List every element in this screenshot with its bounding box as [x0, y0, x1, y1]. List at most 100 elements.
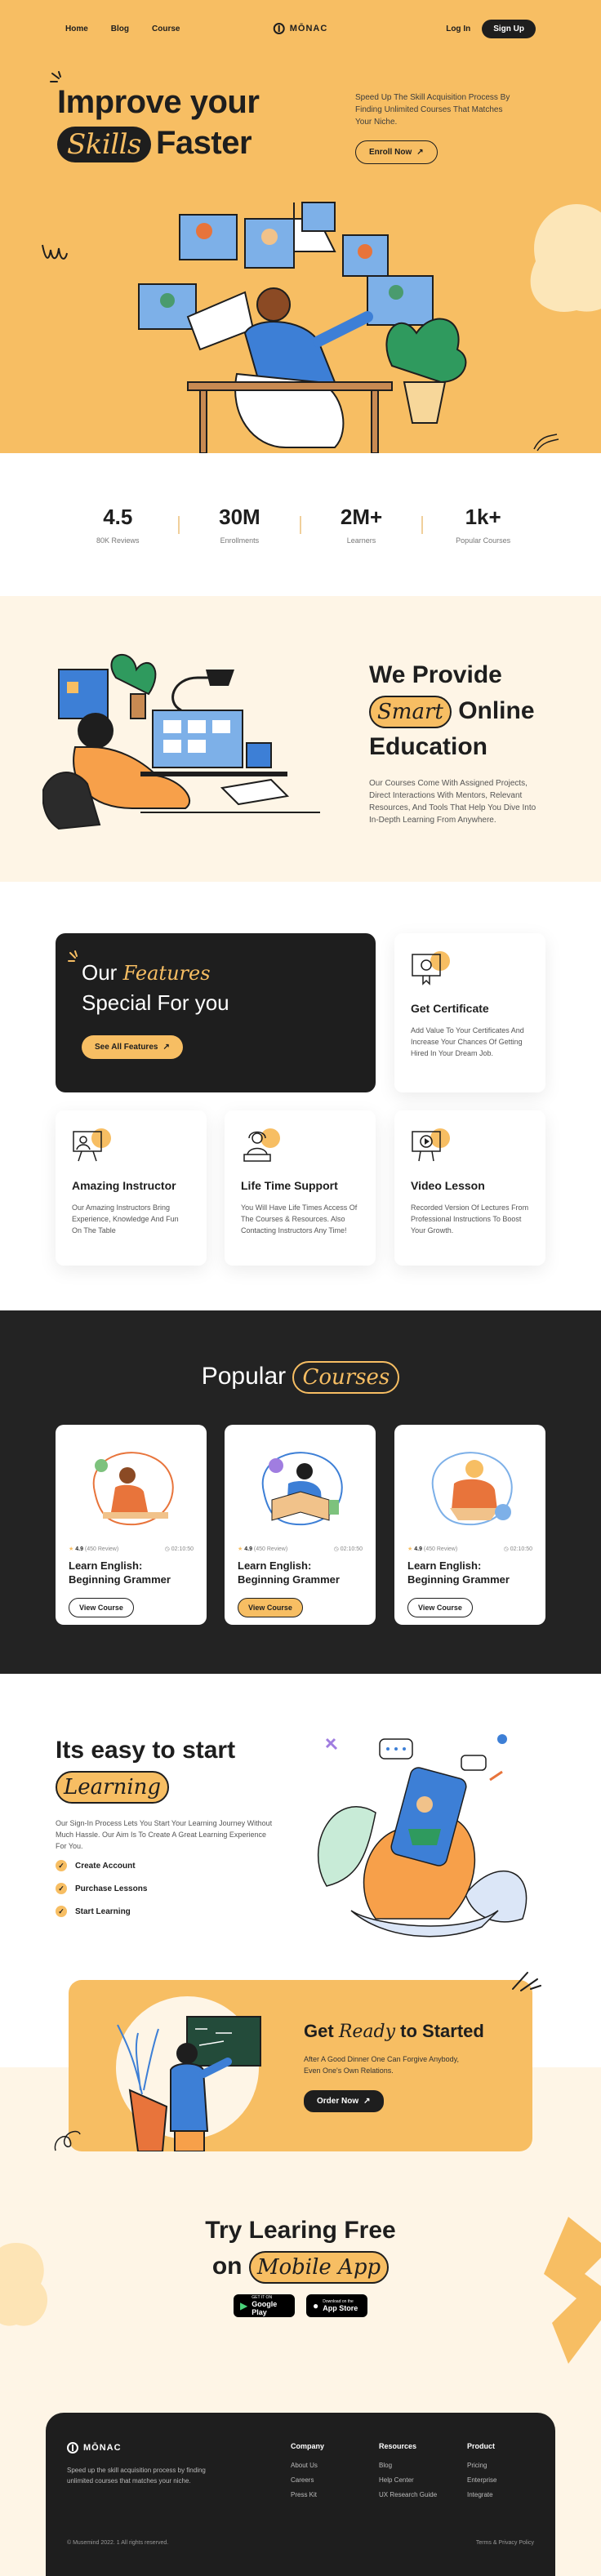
feature-card-title: Video Lesson — [411, 1179, 485, 1192]
features-highlight-card: Our Features Special For you See All Fea… — [56, 933, 376, 1092]
sparkle-icon — [512, 1972, 541, 1991]
corner-doodle-icon — [533, 434, 559, 452]
rating-value: 4.9 — [244, 1546, 252, 1552]
google-play-button[interactable]: ▶ GET IT ON Google Play — [234, 2294, 295, 2317]
view-course-button[interactable]: View Course — [407, 1598, 473, 1617]
step-item: ✓ Start Learning — [56, 1906, 147, 1917]
enroll-now-button[interactable]: Enroll Now ↗ — [355, 140, 438, 164]
rating-value: 4.9 — [75, 1546, 83, 1552]
step-item: ✓ Create Account — [56, 1860, 147, 1871]
stat-value: 4.5 — [103, 505, 133, 529]
course-card[interactable]: ★ 4.9 (450 Review) ◷ 02:10:50 Learn Engl… — [56, 1425, 207, 1625]
star-icon: ★ — [407, 1546, 413, 1552]
features-title-line2: Special For you — [82, 990, 229, 1015]
ready-description: After A Good Dinner One Can Forgive Anyb… — [304, 2055, 459, 2075]
store-name: App Store — [323, 2304, 358, 2312]
feature-card-text: You Will Have Life Times Access Of The C… — [241, 1203, 358, 1235]
google-play-icon: ▶ — [240, 2300, 248, 2311]
provide-section: We Provide Smart Online Education Our Co… — [0, 596, 601, 882]
provide-title-line3: Education — [369, 733, 488, 760]
ready-title-get: Get — [304, 2021, 334, 2041]
login-link[interactable]: Log In — [446, 24, 470, 33]
certificate-icon — [411, 951, 450, 989]
footer-link[interactable]: About Us — [291, 2462, 324, 2469]
review-count: (450 Review) — [423, 1546, 458, 1552]
view-course-button[interactable]: View Course — [69, 1598, 134, 1617]
footer-logo[interactable]: MŌNAC — [67, 2442, 122, 2454]
footer-column-resources: Resources Blog Help Center UX Research G… — [379, 2442, 437, 2506]
logo-icon — [273, 23, 285, 34]
video-lesson-icon — [411, 1128, 450, 1166]
footer-bottom-bar: © Musemind 2022. 1 All rights reserved. … — [67, 2540, 534, 2546]
feature-card-title: Life Time Support — [241, 1179, 338, 1192]
signup-button[interactable]: Sign Up — [482, 19, 536, 38]
features-section: Our Features Special For you See All Fea… — [0, 882, 601, 1310]
view-course-button[interactable]: View Course — [238, 1598, 303, 1617]
footer-column-company: Company About Us Careers Press Kit — [291, 2442, 324, 2506]
duration-value: 02:10:50 — [340, 1546, 363, 1552]
stat-divider — [421, 515, 424, 534]
terms-privacy-link[interactable]: Terms & Privacy Policy — [476, 2540, 534, 2546]
hero-title-pill: Skills — [57, 127, 151, 162]
mobile-app-section: Try Learing Free on Mobile App ▶ GET IT … — [0, 2168, 601, 2413]
see-all-features-button[interactable]: See All Features ↗ — [82, 1035, 183, 1059]
nav-link-home[interactable]: Home — [65, 24, 88, 33]
footer-column-product: Product Pricing Enterprise Integrate — [467, 2442, 496, 2506]
feature-card-text: Our Amazing Instructors Bring Experience… — [72, 1203, 179, 1235]
swirl-doodle-icon — [54, 2130, 81, 2151]
brand-logo[interactable]: MŌNAC — [273, 23, 328, 34]
stat-value: 2M+ — [340, 505, 383, 529]
ready-title: Get Ready to Started — [304, 2021, 484, 2042]
app-store-button[interactable]: ● Download on the App Store — [306, 2294, 367, 2317]
see-all-features-label: See All Features — [95, 1043, 158, 1052]
footer-link[interactable]: Pricing — [467, 2462, 496, 2469]
footer-link[interactable]: Enterprise — [467, 2476, 496, 2484]
nav-link-blog[interactable]: Blog — [111, 24, 129, 33]
feature-card-certificate: Get Certificate Add Value To Your Certif… — [394, 933, 545, 1092]
footer-link[interactable]: Help Center — [379, 2476, 437, 2484]
course-title: Learn English: Beginning Grammer — [238, 1559, 340, 1586]
footer-link[interactable]: Blog — [379, 2462, 437, 2469]
footer-link[interactable]: Press Kit — [291, 2491, 324, 2498]
enroll-now-label: Enroll Now — [369, 148, 412, 157]
stats-section: 4.5 80K Reviews 30M Enrollments 2M+ Lear… — [0, 453, 601, 596]
nav-link-course[interactable]: Course — [152, 24, 180, 33]
footer-section: MŌNAC Speed up the skill acquisition pro… — [0, 2413, 601, 2576]
star-icon: ★ — [238, 1546, 243, 1552]
clock-icon: ◷ — [164, 1546, 170, 1552]
course-card[interactable]: ★ 4.9 (450 Review) ◷ 02:10:50 Learn Engl… — [394, 1425, 545, 1625]
easy-title-line2: Learning — [56, 1768, 235, 1804]
apple-icon: ● — [313, 2300, 319, 2311]
provide-title: We Provide Smart Online Education — [369, 657, 535, 765]
hero-title-line2: Skills Faster — [57, 122, 259, 163]
course-rating: ★ 4.9 (450 Review) — [407, 1546, 457, 1552]
footer-link[interactable]: Integrate — [467, 2491, 496, 2498]
stat-divider — [299, 515, 301, 534]
footer-link[interactable]: Careers — [291, 2476, 324, 2484]
footer-link[interactable]: UX Research Guide — [379, 2491, 437, 2498]
feature-card-support: Life Time Support You Will Have Life Tim… — [225, 1110, 376, 1266]
mobile-learning-illustration — [318, 1734, 528, 1938]
stat-value: 30M — [219, 505, 260, 529]
step-label: Create Account — [75, 1861, 136, 1871]
course-meta: ★ 4.9 (450 Review) ◷ 02:10:50 — [69, 1546, 194, 1552]
arrow-up-right-icon: ↗ — [162, 1043, 170, 1052]
hero-illustration — [138, 202, 467, 453]
store-name: Google Play — [252, 2300, 278, 2316]
step-item: ✓ Purchase Lessons — [56, 1883, 147, 1894]
clock-icon: ◷ — [333, 1546, 339, 1552]
stat-label: Learners — [346, 536, 376, 545]
course-card[interactable]: ★ 4.9 (450 Review) ◷ 02:10:50 Learn Engl… — [225, 1425, 376, 1625]
popular-title: Popular Courses — [0, 1361, 601, 1394]
feature-card-instructor: Amazing Instructor Our Amazing Instructo… — [56, 1110, 207, 1266]
hero-title: Improve your Skills Faster — [57, 82, 260, 163]
ready-title-accent: Ready — [338, 2022, 396, 2042]
course-meta: ★ 4.9 (450 Review) ◷ 02:10:50 — [238, 1546, 363, 1552]
easy-title: Its easy to start Learning — [56, 1733, 235, 1804]
features-title-accent: Features — [122, 962, 211, 985]
order-now-button[interactable]: Order Now ↗ — [304, 2090, 384, 2112]
star-icon: ★ — [69, 1546, 74, 1552]
app-title-line1: Try Learing Free — [205, 2217, 396, 2244]
easy-description: Our Sign-In Process Lets You Start Your … — [56, 1819, 273, 1850]
duration-value: 02:10:50 — [171, 1546, 194, 1552]
